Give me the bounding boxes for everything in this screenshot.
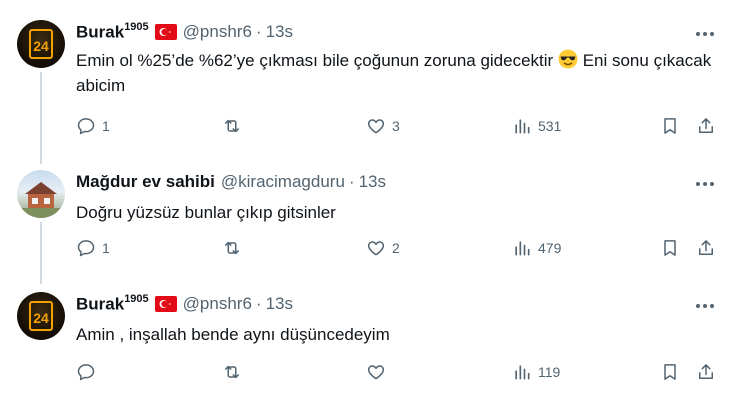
share-icon xyxy=(699,240,713,255)
share-icon xyxy=(699,364,713,379)
like-count: 2 xyxy=(392,240,400,256)
tweet-3[interactable]: 24 Burak1905 @pnshr6 · 13s Amin , inşall… xyxy=(0,270,730,420)
tweet-text: Emin ol %25’de %62’ye çıkması bile çoğun… xyxy=(76,49,712,95)
bookmark-button[interactable] xyxy=(660,238,680,258)
more-options-icon[interactable] xyxy=(694,296,716,316)
reply-count: 1 xyxy=(102,118,110,134)
heart-icon xyxy=(367,365,385,380)
reply-count: 1 xyxy=(102,240,110,256)
handle[interactable]: @pnshr6 xyxy=(183,294,252,314)
tweet-1[interactable]: 24 Burak1905 @pnshr6 · 13s Emin ol %25’d… xyxy=(0,0,730,164)
bookmark-button[interactable] xyxy=(660,362,680,382)
retweet-icon xyxy=(225,365,239,379)
more-options-icon[interactable] xyxy=(694,24,716,44)
retweet-button[interactable] xyxy=(222,238,248,258)
bookmark-icon xyxy=(664,240,676,256)
bookmark-icon xyxy=(664,118,676,134)
views-chart-icon xyxy=(515,119,530,134)
heart-icon xyxy=(367,241,385,256)
like-count: 3 xyxy=(392,118,400,134)
house-photo-icon xyxy=(17,182,65,218)
views-button[interactable]: 119 xyxy=(512,362,560,382)
reply-icon xyxy=(77,118,95,135)
view-count: 479 xyxy=(538,240,562,256)
view-count: 119 xyxy=(538,364,561,380)
action-bar: 119 xyxy=(76,362,721,388)
retweet-icon xyxy=(225,241,239,255)
team-logo-icon: 24 xyxy=(29,29,53,59)
svg-text:24: 24 xyxy=(33,310,49,326)
heart-icon xyxy=(367,119,385,134)
turkey-flag-icon xyxy=(154,24,177,41)
turkey-flag-icon xyxy=(154,296,177,313)
sunglasses-emoji-icon xyxy=(558,49,578,69)
timestamp[interactable]: 13s xyxy=(359,172,386,192)
tweet-header: Mağdur ev sahibi @kiracimagduru · 13s xyxy=(76,172,386,192)
tweet-text: Amin , inşallah bende aynı düşüncedeyim xyxy=(76,325,390,344)
views-chart-icon xyxy=(515,241,530,256)
views-button[interactable]: 479 xyxy=(512,238,561,258)
share-button[interactable] xyxy=(696,238,716,258)
tweet-text: Doğru yüzsüz bunlar çıkıp gitsinler xyxy=(76,203,336,222)
retweet-button[interactable] xyxy=(222,116,248,136)
more-options-icon[interactable] xyxy=(694,174,716,194)
retweet-icon xyxy=(225,119,239,133)
like-button[interactable]: 3 xyxy=(366,116,400,136)
avatar[interactable] xyxy=(17,170,65,218)
display-name[interactable]: Burak1905 xyxy=(76,21,149,43)
share-icon xyxy=(699,118,713,133)
handle[interactable]: @kiracimagduru xyxy=(221,172,345,192)
tweet-header: Burak1905 @pnshr6 · 13s xyxy=(76,293,293,315)
share-button[interactable] xyxy=(696,116,716,136)
retweet-button[interactable] xyxy=(222,362,248,382)
views-button[interactable]: 531 xyxy=(512,116,561,136)
timestamp[interactable]: 13s xyxy=(266,294,293,314)
reply-button[interactable] xyxy=(76,362,102,382)
share-button[interactable] xyxy=(696,362,716,382)
separator-dot: · xyxy=(348,172,355,191)
display-name[interactable]: Burak1905 xyxy=(76,293,149,315)
tweet-2[interactable]: Mağdur ev sahibi @kiracimagduru · 13s Do… xyxy=(0,150,730,284)
reply-button[interactable]: 1 xyxy=(76,238,110,258)
team-logo-icon: 24 xyxy=(29,301,53,331)
svg-text:24: 24 xyxy=(33,38,49,54)
like-button[interactable]: 2 xyxy=(366,238,400,258)
avatar[interactable]: 24 xyxy=(17,20,65,68)
tweet-header: Burak1905 @pnshr6 · 13s xyxy=(76,21,293,43)
bookmark-icon xyxy=(664,364,676,380)
views-chart-icon xyxy=(515,365,530,380)
like-button[interactable] xyxy=(366,362,392,382)
separator-dot: · xyxy=(255,22,262,42)
display-name[interactable]: Mağdur ev sahibi xyxy=(76,172,215,192)
reply-button[interactable]: 1 xyxy=(76,116,110,136)
reply-icon xyxy=(77,364,95,381)
action-bar: 1 3 531 xyxy=(76,116,721,142)
timestamp[interactable]: 13s xyxy=(266,22,293,42)
reply-icon xyxy=(77,240,95,257)
handle[interactable]: @pnshr6 xyxy=(183,22,252,42)
view-count: 531 xyxy=(538,118,562,134)
separator-dot: · xyxy=(255,294,262,314)
action-bar: 1 2 479 xyxy=(76,238,721,264)
bookmark-button[interactable] xyxy=(660,116,680,136)
avatar[interactable]: 24 xyxy=(17,292,65,340)
